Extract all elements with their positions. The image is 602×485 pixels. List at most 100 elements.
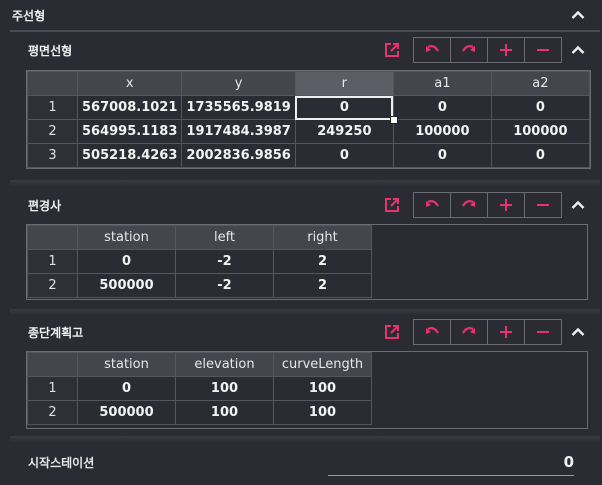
external-link-icon — [385, 43, 399, 57]
table-row: 1 567008.1021 1735565.9819 0 0 0 — [27, 95, 590, 124]
chevron-up-icon — [571, 327, 585, 336]
cell-curvelength[interactable]: 100 — [273, 376, 372, 401]
section-collapse-button[interactable] — [568, 40, 588, 60]
row-number[interactable]: 1 — [27, 95, 78, 120]
section-collapse-button[interactable] — [568, 322, 588, 342]
main-header: 주선형 — [0, 0, 602, 30]
main-collapse-button[interactable] — [568, 5, 588, 25]
redo-icon — [462, 200, 475, 207]
row-header-corner[interactable] — [27, 71, 78, 96]
cell-y[interactable]: 2002836.9856 — [181, 143, 296, 168]
add-row-button[interactable] — [487, 37, 525, 63]
cell-r-selected[interactable]: 0 — [294, 95, 398, 124]
cell-left[interactable]: -2 — [175, 273, 274, 298]
cell-right[interactable]: 2 — [273, 273, 372, 298]
plane-grid[interactable]: x y r a1 a2 1 567008.1021 1735565.9819 0… — [26, 70, 591, 169]
cell-r[interactable]: 0 — [294, 143, 394, 168]
plus-icon — [500, 199, 512, 211]
add-row-button[interactable] — [487, 192, 525, 218]
section-header-offset: 편경사 — [0, 191, 602, 219]
external-link-icon — [385, 198, 399, 212]
fill-handle[interactable] — [389, 116, 398, 124]
section-header-plane: 평면선형 — [0, 36, 602, 64]
cell-a1[interactable]: 0 — [392, 143, 492, 168]
cell-elevation[interactable]: 100 — [175, 400, 274, 425]
column-header-a2[interactable]: a2 — [490, 71, 590, 96]
column-header-curvelength[interactable]: curveLength — [273, 352, 372, 377]
cell-elevation[interactable]: 100 — [175, 376, 274, 401]
table-row: 3 505218.4263 2002836.9856 0 0 0 — [27, 143, 590, 168]
plus-icon — [500, 44, 512, 56]
cell-a2[interactable]: 100000 — [490, 119, 590, 144]
column-header-x[interactable]: x — [76, 71, 183, 96]
section-title: 평면선형 — [28, 43, 73, 58]
toolbar — [413, 192, 562, 218]
open-external-button[interactable] — [381, 321, 403, 343]
section-title: 종단계획고 — [28, 325, 84, 340]
open-external-button[interactable] — [381, 194, 403, 216]
undo-button[interactable] — [413, 192, 451, 218]
undo-button[interactable] — [413, 37, 451, 63]
open-external-button[interactable] — [381, 39, 403, 61]
undo-button[interactable] — [413, 319, 451, 345]
column-header-left[interactable]: left — [175, 225, 274, 250]
section-separator — [10, 309, 600, 315]
add-row-button[interactable] — [487, 319, 525, 345]
column-header-a1[interactable]: a1 — [392, 71, 492, 96]
main-title: 주선형 — [12, 8, 46, 23]
row-number[interactable]: 3 — [27, 143, 78, 168]
toolbar — [413, 319, 562, 345]
row-number[interactable]: 2 — [27, 400, 78, 425]
cell-x[interactable]: 564995.1183 — [76, 119, 183, 144]
plus-icon — [500, 326, 512, 338]
cell-station[interactable]: 500000 — [77, 273, 176, 298]
cell-y[interactable]: 1735565.9819 — [181, 95, 296, 120]
row-header-corner[interactable] — [27, 225, 78, 250]
column-header-y[interactable]: y — [181, 71, 296, 96]
row-number[interactable]: 1 — [27, 249, 78, 274]
remove-row-button[interactable] — [524, 319, 562, 345]
toolbar — [413, 37, 562, 63]
section-collapse-button[interactable] — [568, 195, 588, 215]
cell-station[interactable]: 0 — [77, 249, 176, 274]
redo-button[interactable] — [450, 37, 488, 63]
row-number[interactable]: 1 — [27, 376, 78, 401]
column-header-right[interactable]: right — [273, 225, 372, 250]
profile-grid[interactable]: station elevation curveLength 1 0 100 10… — [26, 351, 588, 429]
column-header-station[interactable]: station — [77, 225, 176, 250]
column-header-station[interactable]: station — [77, 352, 176, 377]
column-header-r[interactable]: r — [294, 71, 394, 96]
table-row: 2 564995.1183 1917484.3987 249250 100000… — [27, 119, 590, 144]
offset-grid[interactable]: station left right 1 0 -2 2 2 500000 -2 … — [26, 224, 588, 300]
cell-a2[interactable]: 0 — [490, 95, 590, 120]
undo-icon — [426, 45, 439, 52]
cell-a1[interactable]: 0 — [392, 95, 492, 120]
cell-a1[interactable]: 100000 — [392, 119, 492, 144]
redo-icon — [462, 327, 475, 334]
cell-r[interactable]: 249250 — [294, 119, 394, 144]
cell-x[interactable]: 567008.1021 — [76, 95, 183, 120]
row-number[interactable]: 2 — [27, 119, 78, 144]
cell-curvelength[interactable]: 100 — [273, 400, 372, 425]
cell-station[interactable]: 0 — [77, 376, 176, 401]
section-separator — [10, 180, 600, 186]
external-link-icon — [385, 325, 399, 339]
cell-value: 0 — [339, 100, 349, 115]
cell-right[interactable]: 2 — [273, 249, 372, 274]
start-station-input[interactable] — [328, 448, 574, 476]
cell-y[interactable]: 1917484.3987 — [181, 119, 296, 144]
table-row: 1 0 100 100 — [27, 376, 372, 401]
row-header-corner[interactable] — [27, 352, 78, 377]
cell-x[interactable]: 505218.4263 — [76, 143, 183, 168]
redo-button[interactable] — [450, 192, 488, 218]
column-header-elevation[interactable]: elevation — [175, 352, 274, 377]
remove-row-button[interactable] — [524, 192, 562, 218]
cell-left[interactable]: -2 — [175, 249, 274, 274]
cell-station[interactable]: 500000 — [77, 400, 176, 425]
row-number[interactable]: 2 — [27, 273, 78, 298]
cell-a2[interactable]: 0 — [490, 143, 590, 168]
undo-icon — [426, 327, 439, 334]
minus-icon — [537, 331, 549, 333]
redo-button[interactable] — [450, 319, 488, 345]
remove-row-button[interactable] — [524, 37, 562, 63]
